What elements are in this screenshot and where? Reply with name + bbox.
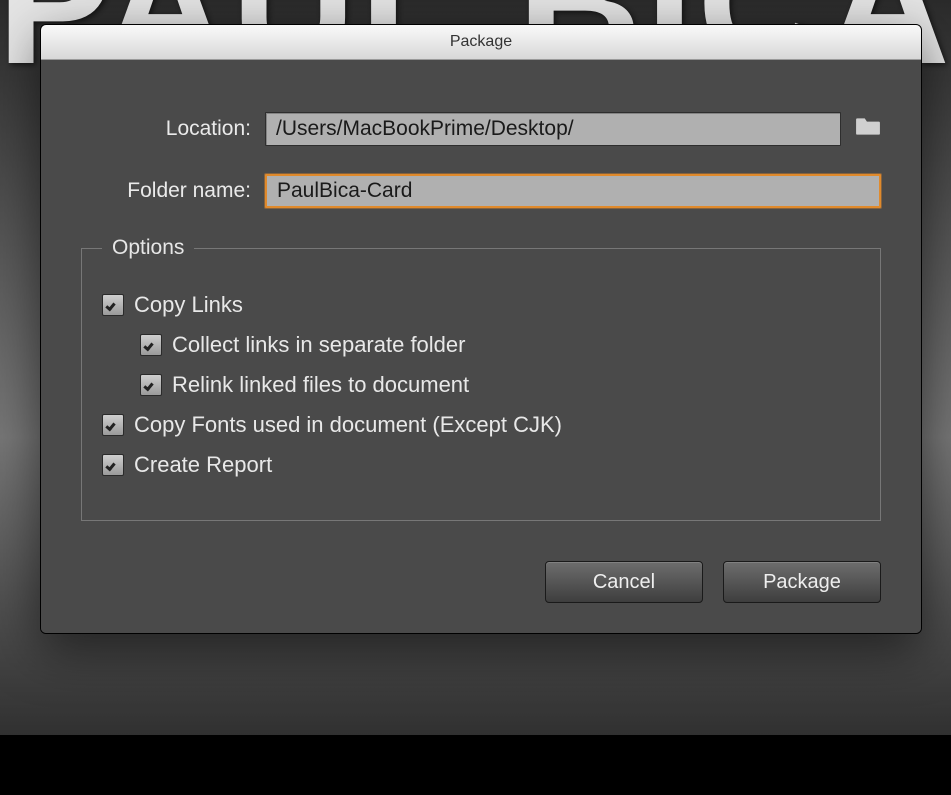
options-fieldset: Options Copy Links Collect links in sepa… — [81, 236, 881, 521]
copy-links-label: Copy Links — [134, 292, 243, 318]
location-label: Location: — [81, 117, 265, 141]
folder-name-input[interactable]: PaulBica-Card — [265, 174, 881, 208]
copy-links-checkbox[interactable] — [102, 294, 124, 316]
relink-files-checkbox[interactable] — [140, 374, 162, 396]
options-legend: Options — [102, 236, 194, 260]
option-collect-links[interactable]: Collect links in separate folder — [140, 332, 860, 358]
relink-files-label: Relink linked files to document — [172, 372, 469, 398]
folder-name-row: Folder name: PaulBica-Card — [81, 174, 881, 208]
copy-fonts-checkbox[interactable] — [102, 414, 124, 436]
cancel-button[interactable]: Cancel — [545, 561, 703, 603]
folder-name-value: PaulBica-Card — [277, 179, 412, 203]
background-rocks — [0, 735, 951, 795]
folder-icon — [855, 115, 881, 137]
folder-name-label: Folder name: — [81, 179, 265, 203]
option-copy-fonts[interactable]: Copy Fonts used in document (Except CJK) — [102, 412, 860, 438]
dialog-buttons: Cancel Package — [81, 561, 881, 603]
package-button[interactable]: Package — [723, 561, 881, 603]
location-input[interactable]: /Users/MacBookPrime/Desktop/ — [265, 112, 841, 146]
create-report-label: Create Report — [134, 452, 272, 478]
option-create-report[interactable]: Create Report — [102, 452, 860, 478]
location-row: Location: /Users/MacBookPrime/Desktop/ — [81, 112, 881, 146]
package-button-label: Package — [763, 571, 841, 594]
dialog-titlebar: Package — [41, 25, 921, 60]
location-value: /Users/MacBookPrime/Desktop/ — [276, 117, 574, 141]
dialog-body: Location: /Users/MacBookPrime/Desktop/ F… — [41, 60, 921, 633]
dialog-title: Package — [450, 33, 512, 51]
create-report-checkbox[interactable] — [102, 454, 124, 476]
collect-links-label: Collect links in separate folder — [172, 332, 465, 358]
browse-folder-button[interactable] — [855, 115, 881, 143]
cancel-button-label: Cancel — [593, 571, 655, 594]
copy-fonts-label: Copy Fonts used in document (Except CJK) — [134, 412, 562, 438]
package-dialog: Package Location: /Users/MacBookPrime/De… — [40, 24, 922, 634]
option-copy-links[interactable]: Copy Links — [102, 292, 860, 318]
collect-links-checkbox[interactable] — [140, 334, 162, 356]
option-relink-files[interactable]: Relink linked files to document — [140, 372, 860, 398]
